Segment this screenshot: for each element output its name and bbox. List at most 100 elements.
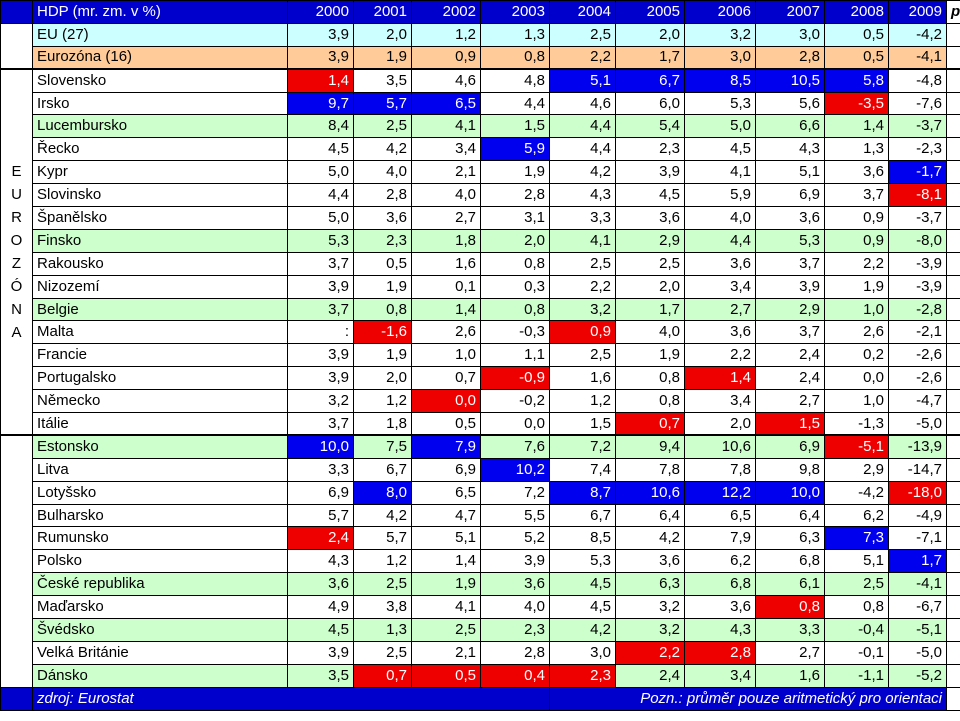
value-cell: 10,6: [615, 480, 685, 505]
table-row: Švédsko4,51,32,52,34,23,24,33,3-0,4-5,12…: [1, 618, 960, 642]
table-row: České republika 3,6 2,5 1,9 3,6 4,5 6,3 6,8 6,1 2…: [1, 572, 960, 597]
value-cell: 2,0: [684, 412, 756, 436]
value-cell: 2,0: [353, 22, 412, 47]
value-cell: 2,1: [411, 640, 481, 665]
value-cell: 3,9: [755, 274, 825, 299]
table-row: Maďarsko4,93,84,14,04,53,23,60,80,8-6,72…: [1, 595, 960, 620]
value-cell: 1,9: [353, 343, 412, 368]
value-cell: 0,7: [353, 663, 412, 688]
average-cell: 0,9: [946, 663, 960, 688]
table-row: Estonsko 10,0 7,5 7,9 7,6 7,2 9,4 10,6 6,9 -5,1 -1…: [0, 434, 960, 688]
average-cell: 1,6: [946, 274, 960, 299]
average-cell: 1,5: [946, 22, 960, 47]
value-cell: 2,8: [684, 640, 756, 665]
footer-row: zdroj: Eurostat Pozn.: průměr pouze aritm…: [0, 686, 960, 711]
value-cell: 1,0: [411, 343, 481, 368]
value-cell: 4,4: [480, 91, 550, 116]
value-cell: 2,5: [549, 251, 616, 276]
country-name: Španělsko: [32, 206, 288, 230]
value-cell: 2,8: [480, 640, 550, 665]
value-cell: 1,7: [888, 549, 947, 574]
value-cell: 0,9: [411, 45, 481, 70]
value-cell: 5,1: [549, 68, 616, 93]
column-header-2000: 2000: [287, 0, 354, 24]
side-letter: U: [11, 186, 22, 204]
value-cell: 3,0: [549, 640, 616, 665]
country-name: České republika: [32, 572, 288, 597]
value-cell: 4,0: [684, 206, 756, 230]
value-cell: -4,2: [824, 480, 889, 505]
value-cell: 4,5: [615, 183, 685, 208]
value-cell: -0,4: [824, 618, 889, 642]
value-cell: -1,3: [824, 412, 889, 436]
footnote: Pozn.: průměr pouze aritmetický pro orie…: [549, 686, 947, 711]
value-cell: 0,8: [755, 595, 825, 620]
value-cell: 2,5: [549, 343, 616, 368]
average-cell: 1,4: [946, 45, 960, 70]
value-cell: 6,7: [353, 457, 412, 482]
value-cell: 6,6: [755, 114, 825, 139]
average-cell: 4,8: [946, 457, 960, 482]
average-cell: 2,1: [946, 228, 960, 253]
value-cell: 3,0: [684, 45, 756, 70]
value-cell: 7,6: [480, 434, 550, 459]
value-cell: 2,7: [411, 206, 481, 230]
footer-end: [946, 686, 960, 711]
value-cell: 6,9: [287, 480, 354, 505]
value-cell: 8,0: [353, 480, 412, 505]
value-cell: 6,2: [824, 503, 889, 528]
value-cell: -1,1: [824, 663, 889, 688]
value-cell: -2,1: [888, 320, 947, 345]
value-cell: 0,5: [824, 22, 889, 47]
average-cell: 0,9: [946, 366, 960, 391]
value-cell: 4,0: [615, 320, 685, 345]
value-cell: -8,0: [888, 228, 947, 253]
value-cell: 4,0: [353, 160, 412, 185]
value-cell: 3,4: [684, 389, 756, 414]
value-cell: 0,8: [480, 251, 550, 276]
value-cell: 5,6: [755, 91, 825, 116]
value-cell: 6,3: [755, 526, 825, 551]
value-cell: 5,0: [684, 114, 756, 139]
value-cell: 3,9: [287, 45, 354, 70]
value-cell: -4,9: [888, 503, 947, 528]
value-cell: -5,0: [888, 640, 947, 665]
value-cell: 2,5: [353, 114, 412, 139]
value-cell: 3,6: [615, 549, 685, 574]
value-cell: 4,2: [615, 526, 685, 551]
value-cell: 3,2: [615, 618, 685, 642]
value-cell: 4,5: [549, 595, 616, 620]
value-cell: -3,9: [888, 251, 947, 276]
value-cell: 1,6: [549, 366, 616, 391]
value-cell: -4,1: [888, 45, 947, 70]
value-cell: 3,6: [684, 595, 756, 620]
value-cell: 2,5: [353, 572, 412, 597]
country-name: Francie: [32, 343, 288, 368]
value-cell: 5,8: [824, 68, 889, 93]
country-name: EU (27): [32, 22, 288, 47]
value-cell: 3,0: [755, 22, 825, 47]
value-cell: 3,2: [549, 297, 616, 322]
value-cell: 7,8: [684, 457, 756, 482]
value-cell: 0,7: [615, 412, 685, 436]
value-cell: 3,9: [480, 549, 550, 574]
value-cell: 6,1: [755, 572, 825, 597]
table-row: Slovinsko 4,4 2,8 4,0 2,8 4,3 4,5 5,9 6,9 3,7 -8,1…: [1, 183, 960, 208]
table-row: Rumunsko2,45,75,15,28,54,27,96,37,3-7,14…: [1, 526, 960, 551]
value-cell: 6,5: [684, 503, 756, 528]
value-cell: 6,9: [755, 434, 825, 459]
value-cell: 1,4: [411, 297, 481, 322]
value-cell: 1,4: [824, 114, 889, 139]
value-cell: 0,3: [480, 274, 550, 299]
value-cell: 1,5: [480, 114, 550, 139]
average-cell: 4,6: [946, 68, 960, 93]
table-row: Dánsko3,50,70,50,42,32,43,41,6-1,1-5,20,…: [1, 663, 960, 688]
value-cell: -4,1: [888, 572, 947, 597]
value-cell: 3,7: [755, 320, 825, 345]
value-cell: 1,4: [411, 549, 481, 574]
value-cell: 6,9: [755, 183, 825, 208]
value-cell: 5,2: [480, 526, 550, 551]
value-cell: 1,5: [549, 412, 616, 436]
value-cell: 4,4: [287, 183, 354, 208]
value-cell: 2,9: [755, 297, 825, 322]
